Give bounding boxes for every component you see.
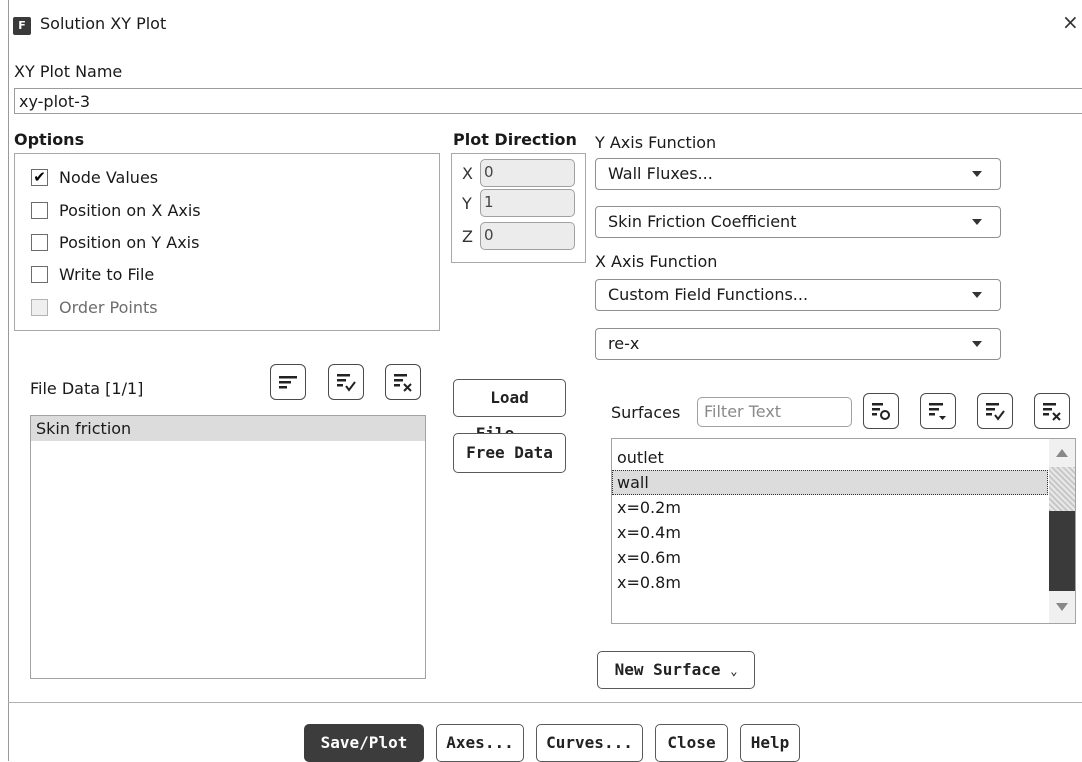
surface-item-outlet[interactable]: outlet xyxy=(612,445,1048,470)
surfaces-filter-input[interactable]: Filter Text xyxy=(697,397,852,427)
surface-item-x-0-8m[interactable]: x=0.8m xyxy=(612,570,1048,595)
x-axis-function-label: X Axis Function xyxy=(595,252,718,271)
surface-item-x-0-4m[interactable]: x=0.4m xyxy=(612,520,1048,545)
close-button[interactable]: Close xyxy=(655,724,728,762)
file-data-select-all-button[interactable] xyxy=(328,364,364,400)
position-y-checkbox[interactable] xyxy=(31,234,48,251)
new-surface-label: New Surface xyxy=(614,660,721,679)
write-to-file-option[interactable]: Write to File xyxy=(31,265,154,284)
position-y-label: Position on Y Axis xyxy=(59,233,200,252)
window-left-border xyxy=(8,0,9,761)
position-x-checkbox[interactable] xyxy=(31,202,48,219)
file-data-title: File Data xyxy=(30,379,101,398)
order-points-label: Order Points xyxy=(59,298,158,317)
window-title: Solution XY Plot xyxy=(40,14,167,33)
list-dropdown-icon xyxy=(929,403,946,420)
write-to-file-label: Write to File xyxy=(59,265,155,284)
deselect-all-icon xyxy=(1043,403,1061,421)
footer-separator xyxy=(8,702,1082,703)
app-logo-icon: F xyxy=(13,17,31,35)
surfaces-filter-button[interactable] xyxy=(863,393,899,429)
surfaces-items: outlet wall x=0.2m x=0.4m x=0.6m x=0.8m xyxy=(612,445,1048,595)
select-all-icon xyxy=(986,403,1005,421)
surface-item-x-0-6m[interactable]: x=0.6m xyxy=(612,545,1048,570)
position-y-option[interactable]: Position on Y Axis xyxy=(31,233,199,252)
chevron-down-icon xyxy=(972,341,982,347)
deselect-all-icon xyxy=(394,374,412,392)
node-values-option[interactable]: ✔ Node Values xyxy=(31,168,158,187)
free-data-button[interactable]: Free Data xyxy=(453,433,566,473)
y-axis-function-dropdown[interactable]: Skin Friction Coefficient xyxy=(595,206,1001,238)
scroll-thumb[interactable] xyxy=(1049,511,1075,591)
file-data-deselect-all-button[interactable] xyxy=(385,364,421,400)
save-plot-button[interactable]: Save/Plot xyxy=(304,724,424,762)
options-group: ✔ Node Values Position on X Axis Positio… xyxy=(14,153,440,331)
surfaces-list[interactable]: outlet wall x=0.2m x=0.4m x=0.6m x=0.8m xyxy=(611,438,1076,624)
z-direction-field: 0 xyxy=(480,222,575,250)
plot-name-label: XY Plot Name xyxy=(14,62,123,81)
file-data-item-skin-friction[interactable]: Skin friction xyxy=(31,416,425,441)
chevron-down-icon xyxy=(972,292,982,298)
close-icon[interactable]: × xyxy=(1062,10,1079,34)
y-direction-field: 1 xyxy=(480,189,575,217)
plot-direction-group: X 0 Y 1 Z 0 xyxy=(451,153,586,263)
z-direction-label: Z xyxy=(462,227,473,246)
plot-direction-heading: Plot Direction xyxy=(453,130,577,149)
surfaces-list-button[interactable] xyxy=(920,393,956,429)
node-values-label: Node Values xyxy=(59,168,159,187)
write-to-file-checkbox[interactable] xyxy=(31,266,48,283)
position-x-option[interactable]: Position on X Axis xyxy=(31,201,201,220)
list-icon xyxy=(279,376,297,389)
select-all-icon xyxy=(337,374,356,392)
scroll-track[interactable] xyxy=(1049,467,1075,511)
file-data-label: File Data [1/1] xyxy=(30,379,143,398)
x-axis-category-value: Custom Field Functions... xyxy=(608,285,809,304)
y-axis-function-value: Skin Friction Coefficient xyxy=(608,212,797,231)
axes-button[interactable]: Axes... xyxy=(436,724,524,762)
x-direction-label: X xyxy=(462,164,473,183)
y-axis-function-label: Y Axis Function xyxy=(595,133,717,152)
file-data-list[interactable]: Skin friction xyxy=(30,415,426,679)
scroll-up-icon[interactable] xyxy=(1056,448,1068,458)
position-x-label: Position on X Axis xyxy=(59,201,201,220)
filter-icon xyxy=(872,403,890,420)
y-direction-label: Y xyxy=(462,194,472,213)
y-axis-category-value: Wall Fluxes... xyxy=(608,164,713,183)
x-axis-function-value: re-x xyxy=(608,334,640,353)
y-axis-category-dropdown[interactable]: Wall Fluxes... xyxy=(595,158,1001,190)
new-surface-button[interactable]: New Surface ⌄ xyxy=(597,651,755,689)
surfaces-deselect-all-button[interactable] xyxy=(1034,393,1070,429)
surfaces-select-all-button[interactable] xyxy=(977,393,1013,429)
file-data-list-button[interactable] xyxy=(270,364,306,400)
curves-button[interactable]: Curves... xyxy=(536,724,643,762)
x-axis-function-dropdown[interactable]: re-x xyxy=(595,328,1001,360)
help-button[interactable]: Help xyxy=(740,724,800,762)
x-direction-field: 0 xyxy=(480,159,575,187)
load-file-button[interactable]: Load File... xyxy=(453,379,566,443)
chevron-down-icon xyxy=(972,171,982,177)
node-values-checkbox[interactable]: ✔ xyxy=(31,169,48,186)
surface-item-x-0-2m[interactable]: x=0.2m xyxy=(612,495,1048,520)
file-data-count: [1/1] xyxy=(105,379,144,398)
chevron-down-icon xyxy=(972,219,982,225)
order-points-checkbox xyxy=(31,299,48,316)
plot-name-input[interactable]: xy-plot-3 xyxy=(14,88,1082,114)
surfaces-scrollbar[interactable] xyxy=(1049,439,1075,623)
chevron-down-icon: ⌄ xyxy=(730,664,738,678)
surface-item-wall[interactable]: wall xyxy=(612,470,1048,495)
surfaces-label: Surfaces xyxy=(611,403,681,422)
options-heading: Options xyxy=(14,130,85,149)
x-axis-category-dropdown[interactable]: Custom Field Functions... xyxy=(595,279,1001,311)
scroll-down-icon[interactable] xyxy=(1056,602,1068,612)
order-points-option: Order Points xyxy=(31,298,158,317)
